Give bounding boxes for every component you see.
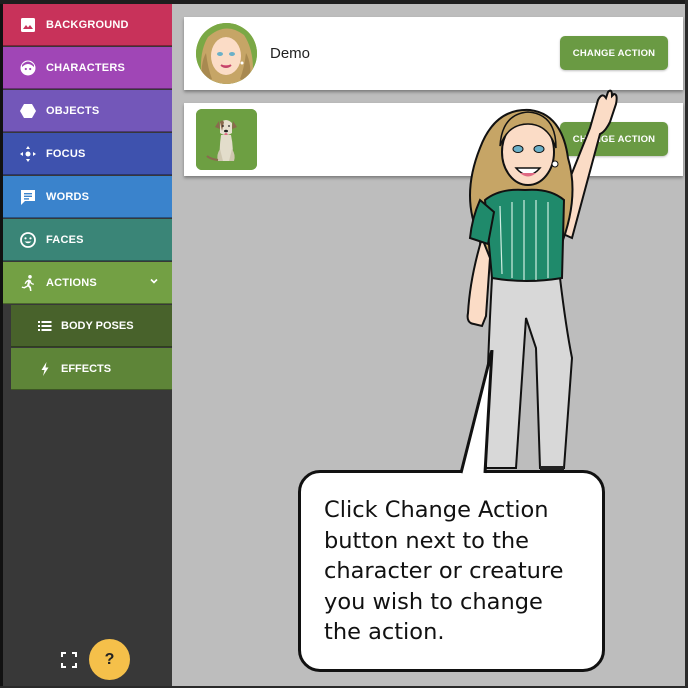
sidebar-item-characters[interactable]: CHARACTERS bbox=[3, 47, 172, 89]
chevron-down-icon[interactable] bbox=[148, 275, 160, 287]
smiley-icon bbox=[19, 231, 37, 249]
sidebar-item-words[interactable]: WORDS bbox=[3, 176, 172, 218]
sidebar: BACKGROUND CHARACTERS OBJECTS FOCUS WORD bbox=[0, 0, 172, 688]
sidebar-item-label: OBJECTS bbox=[46, 104, 100, 117]
app-frame: BACKGROUND CHARACTERS OBJECTS FOCUS WORD bbox=[0, 0, 688, 688]
sidebar-subitem-label: EFFECTS bbox=[61, 362, 112, 375]
running-person-icon bbox=[19, 274, 37, 292]
sidebar-subitem-effects[interactable]: EFFECTS bbox=[11, 348, 172, 390]
hexagon-icon bbox=[19, 102, 37, 120]
change-action-button[interactable]: CHANGE ACTION bbox=[560, 36, 668, 70]
sidebar-item-label: WORDS bbox=[46, 190, 90, 203]
sidebar-subitem-body-poses[interactable]: BODY POSES bbox=[11, 305, 172, 347]
sidebar-item-actions[interactable]: ACTIONS bbox=[3, 262, 172, 304]
tutorial-speech-bubble: Click Change Action button next to the c… bbox=[298, 470, 605, 672]
sidebar-item-label: ACTIONS bbox=[46, 276, 97, 289]
speech-bubble-icon bbox=[19, 188, 37, 206]
speech-bubble-tail bbox=[459, 350, 494, 474]
sidebar-item-label: FACES bbox=[46, 233, 84, 246]
character-name: Demo bbox=[270, 45, 311, 62]
woman-avatar[interactable] bbox=[196, 23, 257, 84]
image-icon bbox=[19, 16, 37, 34]
sidebar-item-objects[interactable]: OBJECTS bbox=[3, 90, 172, 132]
sidebar-subitem-label: BODY POSES bbox=[61, 319, 134, 332]
list-icon bbox=[37, 318, 53, 334]
tutorial-text: Click Change Action button next to the c… bbox=[324, 497, 564, 645]
sidebar-item-faces[interactable]: FACES bbox=[3, 219, 172, 261]
sidebar-item-focus[interactable]: FOCUS bbox=[3, 133, 172, 175]
help-button[interactable]: ? bbox=[89, 639, 130, 680]
lightning-icon bbox=[37, 361, 53, 377]
dog-avatar[interactable] bbox=[196, 109, 257, 170]
sidebar-item-label: CHARACTERS bbox=[46, 61, 125, 74]
sidebar-item-label: FOCUS bbox=[46, 147, 86, 160]
fullscreen-icon[interactable] bbox=[60, 651, 78, 669]
change-action-button[interactable]: CHANGE ACTION bbox=[560, 122, 668, 156]
creature-card: CHANGE ACTION bbox=[184, 103, 683, 176]
move-arrows-icon bbox=[19, 145, 37, 163]
sidebar-item-label: BACKGROUND bbox=[46, 18, 129, 31]
character-card: Demo CHANGE ACTION bbox=[184, 17, 683, 90]
top-border bbox=[0, 0, 688, 4]
sidebar-item-background[interactable]: BACKGROUND bbox=[3, 4, 172, 46]
character-face-icon bbox=[19, 59, 37, 77]
